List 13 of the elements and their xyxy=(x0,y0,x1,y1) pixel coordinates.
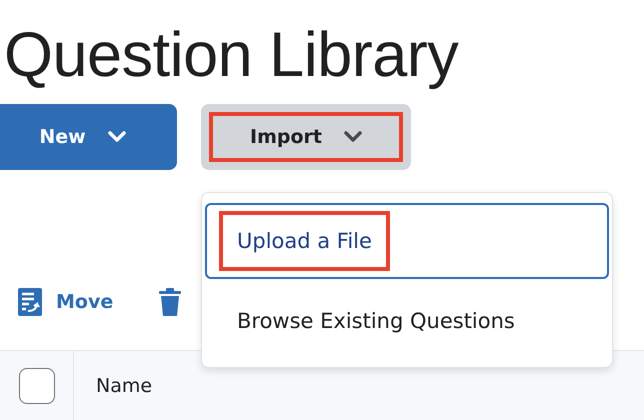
chevron-down-icon xyxy=(108,131,126,143)
delete-button[interactable] xyxy=(159,288,182,316)
new-button[interactable]: New xyxy=(0,104,177,170)
menu-item[interactable]: Browse Existing Questions xyxy=(205,279,609,363)
column-header[interactable]: Name xyxy=(96,374,152,396)
page-title: Question Library xyxy=(3,19,460,92)
move-button[interactable]: Move xyxy=(18,288,114,316)
trash-icon xyxy=(159,288,182,316)
import-button[interactable]: Import xyxy=(201,104,411,170)
move-icon xyxy=(18,288,42,316)
menu-item[interactable]: Upload a File xyxy=(205,203,609,279)
chevron-down-icon xyxy=(344,131,362,143)
checkbox[interactable] xyxy=(18,368,54,404)
